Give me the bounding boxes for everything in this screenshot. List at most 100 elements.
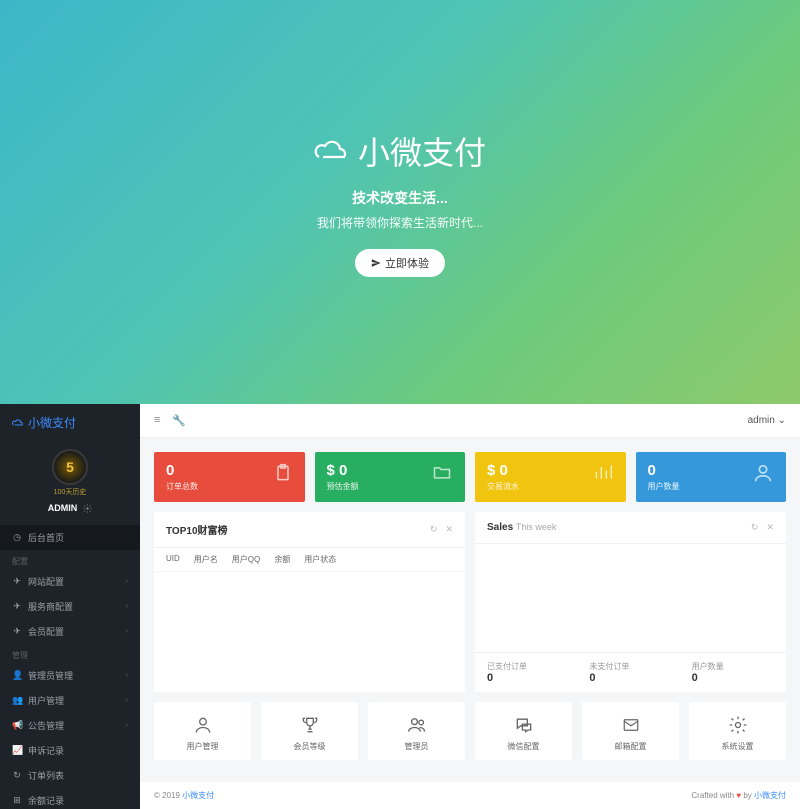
table-header: UID 用户名 用户QQ 余额 用户状态: [154, 548, 465, 572]
users-icon: [406, 715, 428, 735]
col-username: 用户名: [194, 554, 218, 565]
chevron-down-icon: ⌄: [778, 415, 786, 426]
hero-tagline: 技术改变生活...: [352, 188, 448, 208]
chevron-right-icon: ›: [126, 603, 128, 610]
bars-icon: [592, 462, 614, 482]
sidebar-brand[interactable]: 小微支付: [0, 404, 140, 441]
sidebar-profile: 5 100天历史 ADMIN: [0, 441, 140, 519]
gear-icon: [728, 715, 748, 735]
panel-sales-title: Sales This week: [487, 522, 556, 533]
panel-top10-title: TOP10财富榜: [166, 522, 228, 537]
stat-users[interactable]: 0用户数量: [636, 452, 787, 502]
panel-top10-body: [154, 572, 465, 692]
chevron-right-icon: ›: [126, 628, 128, 635]
user-icon: 👤: [12, 670, 22, 681]
tile-wechat[interactable]: 微信配置: [475, 702, 572, 760]
col-uid: UID: [166, 554, 180, 565]
panel-sales-footer: 已支付订单0 未支付订单0 用户数量0: [475, 652, 786, 692]
refresh-icon[interactable]: ↻: [751, 522, 759, 533]
tile-user-manage[interactable]: 用户管理: [154, 702, 251, 760]
hero-cta-button[interactable]: 立即体验: [355, 249, 445, 277]
content: 0订单总数 $ 0预估金额 $ 0交易流水 0用户数量: [140, 438, 800, 782]
panel-sales: Sales This week ↻ ✕ 已支付订单0 未支付订单0 用户数量0: [475, 512, 786, 692]
nav-orders[interactable]: ↻订单列表: [0, 763, 140, 788]
nav-member-config[interactable]: ✈会员配置›: [0, 619, 140, 644]
nav-appeal[interactable]: 📈申诉记录: [0, 738, 140, 763]
main: ≡ 🔧 admin ⌄ 0订单总数 $ 0预估金额 $ 0交易流水: [140, 404, 800, 809]
footer-paid: 已支付订单0: [487, 661, 569, 684]
refresh-icon: ↻: [12, 770, 22, 781]
dashboard: 小微支付 5 100天历史 ADMIN ◷后台首页 配置 ✈网站配置› ✈服务商…: [0, 404, 800, 809]
mail-icon: [620, 716, 642, 734]
panels-row: TOP10财富榜 ↻ ✕ UID 用户名 用户QQ 余额 用户状态: [154, 512, 786, 692]
user-icon: [752, 462, 774, 484]
topbar: ≡ 🔧 admin ⌄: [140, 404, 800, 438]
user-icon: [193, 715, 213, 735]
stat-revenue[interactable]: $ 0预估金额: [315, 452, 466, 502]
trophy-icon: [300, 715, 320, 735]
sidebar-username[interactable]: ADMIN: [0, 503, 140, 513]
refresh-icon[interactable]: ↻: [430, 524, 438, 535]
nav-balance[interactable]: ⊞余额记录: [0, 788, 140, 809]
nav-user-manage[interactable]: 👥用户管理›: [0, 688, 140, 713]
nav-home[interactable]: ◷后台首页: [0, 525, 140, 550]
chart-icon: 📈: [12, 745, 22, 756]
settings-icon: [83, 504, 92, 513]
level-badge: 5: [52, 449, 88, 485]
plane-icon: ✈: [12, 626, 22, 637]
col-qq: 用户QQ: [232, 554, 260, 565]
hero-brand: 小微支付: [314, 128, 486, 174]
tile-system[interactable]: 系统设置: [689, 702, 786, 760]
shortcut-tiles: 用户管理 会员等级 管理员 微信配置 邮箱配置: [154, 702, 786, 760]
nav-section-config: 配置: [0, 550, 140, 569]
col-balance: 余额: [274, 554, 290, 565]
hero-subtitle: 我们将带领你探索生活新时代...: [317, 214, 483, 231]
badge-subtitle: 100天历史: [0, 487, 140, 497]
nav-section-manage: 管理: [0, 644, 140, 663]
paper-plane-icon: [371, 258, 381, 268]
tile-admin[interactable]: 管理员: [368, 702, 465, 760]
tile-member-level[interactable]: 会员等级: [261, 702, 358, 760]
footer-users: 用户数量0: [692, 661, 774, 684]
footer-copyright: © 2019 小微支付: [154, 790, 214, 801]
hero-section: 小微支付 技术改变生活... 我们将带领你探索生活新时代... 立即体验: [0, 0, 800, 404]
tile-email[interactable]: 邮箱配置: [582, 702, 679, 760]
cloud-icon: [314, 139, 350, 163]
users-icon: 👥: [12, 695, 22, 706]
nav-announce[interactable]: 📢公告管理›: [0, 713, 140, 738]
topbar-left: ≡ 🔧: [154, 414, 186, 427]
nav-admin-manage[interactable]: 👤管理员管理›: [0, 663, 140, 688]
plane-icon: ✈: [12, 601, 22, 612]
stat-transactions[interactable]: $ 0交易流水: [475, 452, 626, 502]
panel-top10: TOP10财富榜 ↻ ✕ UID 用户名 用户QQ 余额 用户状态: [154, 512, 465, 692]
menu-toggle-icon[interactable]: ≡: [154, 414, 160, 427]
footer-brand2-link[interactable]: 小微支付: [754, 791, 786, 800]
footer-brand-link[interactable]: 小微支付: [182, 791, 214, 800]
dashboard-icon: ◷: [12, 532, 22, 543]
chevron-right-icon: ›: [126, 697, 128, 704]
footer-unpaid: 未支付订单0: [589, 661, 671, 684]
nav-site-config[interactable]: ✈网站配置›: [0, 569, 140, 594]
footer-credit: Crafted with ♥ by 小微支付: [691, 790, 786, 801]
bullhorn-icon: 📢: [12, 720, 22, 731]
panel-sales-body: [475, 544, 786, 652]
clipboard-icon: [273, 462, 293, 484]
page-footer: © 2019 小微支付 Crafted with ♥ by 小微支付: [140, 782, 800, 809]
chat-icon: [513, 715, 535, 735]
close-icon[interactable]: ✕: [445, 524, 453, 535]
close-icon[interactable]: ✕: [766, 522, 774, 533]
nav-provider-config[interactable]: ✈服务商配置›: [0, 594, 140, 619]
chevron-right-icon: ›: [126, 672, 128, 679]
stats-row: 0订单总数 $ 0预估金额 $ 0交易流水 0用户数量: [154, 452, 786, 502]
nav: ◷后台首页 配置 ✈网站配置› ✈服务商配置› ✈会员配置› 管理 👤管理员管理…: [0, 525, 140, 809]
col-status: 用户状态: [304, 554, 336, 565]
wrench-icon[interactable]: 🔧: [172, 414, 186, 427]
hero-brand-text: 小微支付: [358, 128, 486, 174]
folder-icon: [431, 462, 453, 482]
sidebar: 小微支付 5 100天历史 ADMIN ◷后台首页 配置 ✈网站配置› ✈服务商…: [0, 404, 140, 809]
stat-orders[interactable]: 0订单总数: [154, 452, 305, 502]
grid-icon: ⊞: [12, 795, 22, 806]
topbar-user-menu[interactable]: admin ⌄: [748, 415, 786, 426]
hero-cta-label: 立即体验: [385, 255, 429, 271]
cloud-icon: [12, 418, 24, 428]
